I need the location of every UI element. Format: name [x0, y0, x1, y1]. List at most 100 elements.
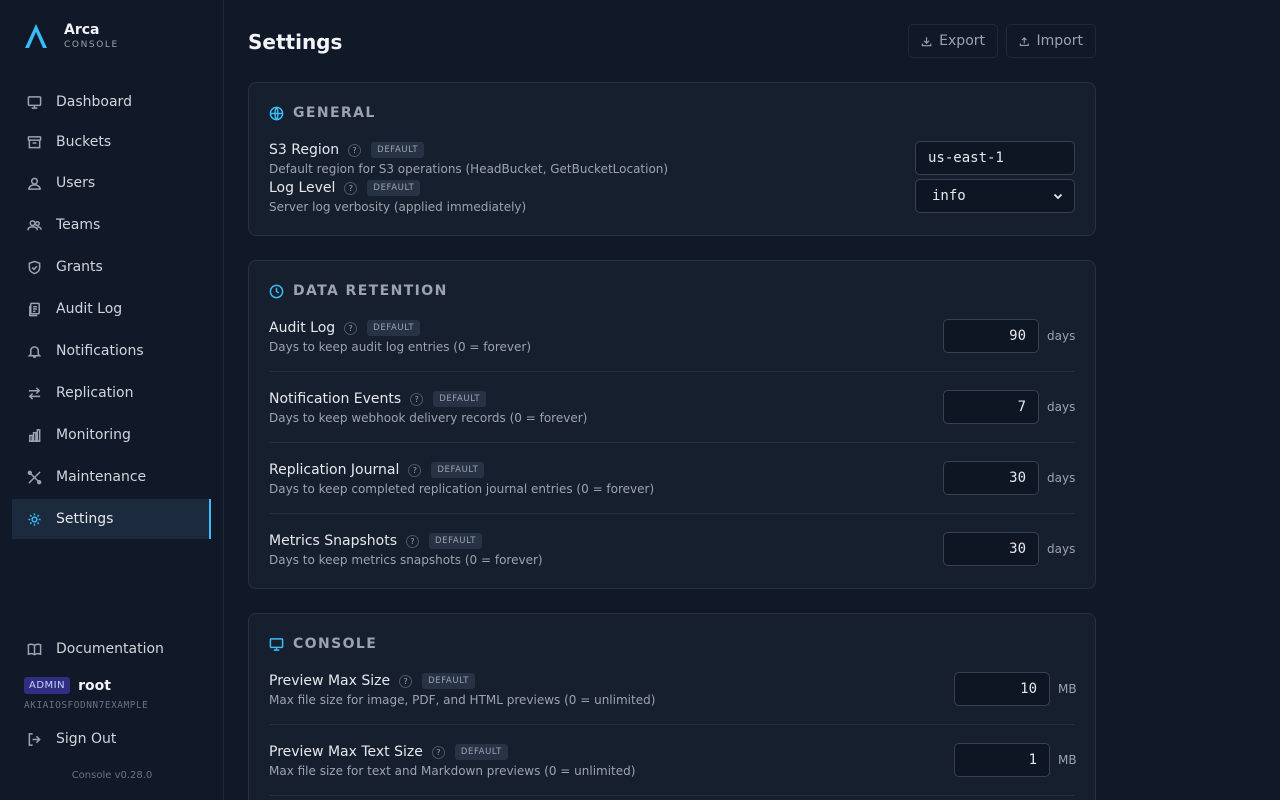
- nav-item-users[interactable]: Users: [12, 163, 211, 203]
- brand-name: Arca: [64, 22, 100, 38]
- retention-title-text: DATA RETENTION: [293, 283, 448, 299]
- sidebar: Arca CONSOLE Dashboard Buckets Users Tea…: [0, 0, 224, 800]
- clock-icon: [269, 284, 284, 298]
- nav-item-settings[interactable]: Settings: [12, 499, 211, 539]
- import-button[interactable]: Import: [1006, 24, 1096, 58]
- console-title-text: CONSOLE: [293, 636, 378, 652]
- help-icon[interactable]: ?: [406, 534, 420, 548]
- clipboard-icon: [26, 301, 42, 317]
- default-badge: DEFAULT: [454, 744, 508, 760]
- general-title: GENERAL: [269, 105, 376, 121]
- default-badge: DEFAULT: [371, 142, 425, 158]
- general-card: GENERAL S3 Region ? DEFAULT Default regi…: [248, 82, 1096, 236]
- setting-label: Audit Log: [269, 320, 336, 336]
- default-badge: DEFAULT: [367, 180, 421, 196]
- unit-label: days: [1047, 471, 1076, 485]
- help-icon[interactable]: ?: [408, 463, 422, 477]
- setting-label: Preview Max Size: [269, 673, 391, 689]
- brand-subtitle: CONSOLE: [64, 40, 119, 50]
- console-card: CONSOLE Preview Max Size? DEFAULT Max fil…: [248, 613, 1096, 800]
- default-badge: DEFAULT: [433, 391, 487, 407]
- access-key: AKIAIOSFODNN7EXAMPLE: [24, 700, 149, 711]
- download-icon: [921, 36, 932, 46]
- unit-label: days: [1047, 542, 1076, 556]
- gear-icon: [26, 511, 42, 527]
- log-level-select[interactable]: info: [915, 179, 1075, 213]
- monitor-icon: [269, 637, 284, 651]
- nav-item-maintenance[interactable]: Maintenance: [12, 457, 211, 497]
- nav-label: Maintenance: [56, 469, 147, 485]
- documentation-label: Documentation: [56, 641, 164, 657]
- arca-logo-icon: [25, 24, 47, 48]
- default-badge: DEFAULT: [429, 533, 483, 549]
- arrows-icon: [26, 385, 42, 401]
- monitor-icon: [26, 94, 42, 110]
- replication-journal-days-input[interactable]: 30: [943, 461, 1039, 495]
- setting-label: Preview Max Text Size: [269, 744, 423, 760]
- nav-item-monitoring[interactable]: Monitoring: [12, 415, 211, 455]
- default-badge: DEFAULT: [367, 320, 421, 336]
- setting-label: Log Level: [269, 180, 336, 196]
- help-icon[interactable]: ?: [410, 392, 424, 406]
- bar-chart-icon: [26, 427, 42, 443]
- user-name: root: [78, 677, 111, 694]
- nav-label: Grants: [56, 259, 103, 275]
- notification-events-days-input[interactable]: 7: [943, 390, 1039, 424]
- chevron-down-icon: [1053, 193, 1063, 200]
- unit-label: MB: [1058, 682, 1077, 696]
- shield-icon: [26, 259, 42, 275]
- nav-label: Teams: [56, 217, 101, 233]
- version-label: Console v0.28.0: [71, 770, 153, 781]
- nav-label: Settings: [56, 511, 114, 527]
- setting-label: Replication Journal: [269, 462, 400, 478]
- help-icon[interactable]: ?: [344, 181, 358, 195]
- default-badge: DEFAULT: [431, 462, 485, 478]
- general-title-text: GENERAL: [293, 105, 376, 121]
- nav-item-buckets[interactable]: Buckets: [12, 122, 211, 162]
- export-button[interactable]: Export: [908, 24, 998, 58]
- preview-max-text-size-input[interactable]: 1: [954, 743, 1050, 777]
- nav-item-audit-log[interactable]: Audit Log: [12, 289, 211, 329]
- help-icon[interactable]: ?: [344, 321, 358, 335]
- nav-item-teams[interactable]: Teams: [12, 205, 211, 245]
- sign-out-label: Sign Out: [56, 731, 117, 747]
- nav-label: Audit Log: [56, 301, 123, 317]
- s3-region-input[interactable]: us-east-1: [915, 141, 1075, 175]
- users-icon: [26, 217, 42, 233]
- globe-icon: [269, 106, 284, 120]
- book-icon: [26, 641, 42, 657]
- unit-label: MB: [1058, 753, 1077, 767]
- setting-label: S3 Region: [269, 142, 340, 158]
- nav-item-grants[interactable]: Grants: [12, 247, 211, 287]
- sign-out-button[interactable]: Sign Out: [12, 719, 211, 759]
- user-icon: [26, 175, 42, 191]
- brand[interactable]: Arca CONSOLE: [24, 22, 119, 50]
- help-icon[interactable]: ?: [348, 143, 362, 157]
- preview-max-size-input[interactable]: 10: [954, 672, 1050, 706]
- data-retention-card: DATA RETENTION Audit Log? DEFAULT Days to…: [248, 260, 1096, 589]
- retention-title: DATA RETENTION: [269, 283, 448, 299]
- page-title: Settings: [248, 30, 343, 54]
- nav-label: Dashboard: [56, 94, 132, 110]
- nav-item-notifications[interactable]: Notifications: [12, 331, 211, 371]
- wrench-icon: [26, 469, 42, 485]
- documentation-link[interactable]: Documentation: [12, 629, 211, 669]
- nav-item-dashboard[interactable]: Dashboard: [12, 82, 211, 122]
- nav-label: Monitoring: [56, 427, 131, 443]
- help-icon[interactable]: ?: [399, 674, 413, 688]
- nav-label: Notifications: [56, 343, 144, 359]
- sign-out-icon: [26, 731, 42, 747]
- console-title: CONSOLE: [269, 636, 377, 652]
- nav-label: Buckets: [56, 134, 112, 150]
- unit-label: days: [1047, 400, 1076, 414]
- help-icon[interactable]: ?: [431, 745, 445, 759]
- setting-label: Notification Events: [269, 391, 402, 407]
- default-badge: DEFAULT: [422, 673, 476, 689]
- nav-item-replication[interactable]: Replication: [12, 373, 211, 413]
- import-label: Import: [1036, 33, 1083, 49]
- metrics-snapshots-days-input[interactable]: 30: [943, 532, 1039, 566]
- role-badge: ADMIN: [24, 677, 71, 694]
- bell-icon: [26, 343, 42, 359]
- log-level-value: info: [932, 188, 966, 204]
- audit-log-days-input[interactable]: 90: [943, 319, 1039, 353]
